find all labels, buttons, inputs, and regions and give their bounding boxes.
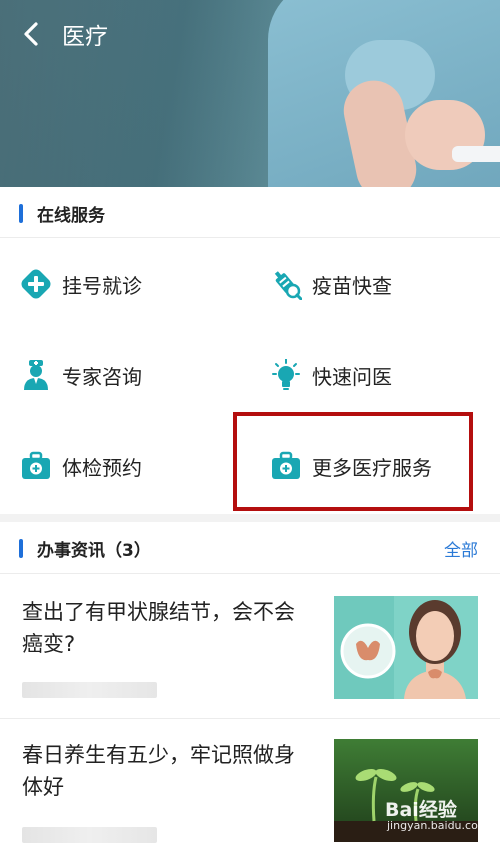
section-accent-bar — [19, 539, 23, 558]
watermark-url: jingyan.baidu.com — [387, 819, 489, 832]
news-meta-blurred — [22, 682, 157, 698]
news-meta-blurred — [22, 827, 157, 843]
news-title: 办事资讯（3） — [37, 541, 151, 561]
chevron-left-icon — [24, 22, 38, 46]
section-accent-bar — [19, 204, 23, 223]
banner-phone — [452, 146, 500, 162]
view-all-link[interactable]: 全部 — [444, 536, 478, 561]
online-services-title: 在线服务 — [37, 206, 105, 226]
doctor-icon — [24, 360, 48, 390]
news-headline: 春日养生有五少，牢记照做身体好 — [22, 743, 295, 799]
service-registration[interactable]: 挂号就诊 — [20, 264, 220, 308]
highlight-box — [233, 412, 473, 511]
thyroid-illustration — [334, 596, 478, 699]
service-checkup-booking[interactable]: 体检预约 — [20, 446, 220, 490]
page-title: 医疗 — [62, 24, 108, 50]
service-label: 专家咨询 — [62, 365, 142, 389]
news-headline: 查出了有甲状腺结节，会不会癌变? — [22, 600, 295, 656]
news-item[interactable]: 查出了有甲状腺结节，会不会癌变? — [0, 578, 500, 718]
vaccine-icon — [274, 271, 302, 300]
medical-kit-icon — [22, 451, 50, 479]
back-button[interactable] — [18, 20, 46, 48]
news-item[interactable]: 春日养生有五少，牢记照做身体好 — [0, 721, 500, 861]
divider — [0, 573, 500, 574]
plus-circle-icon — [21, 269, 51, 299]
service-label: 体检预约 — [62, 456, 142, 480]
baidu-jingyan-watermark: Bai经验 jingyan.baidu.com — [385, 795, 495, 837]
service-vaccine-lookup[interactable]: 疫苗快查 — [270, 264, 470, 308]
service-label: 快速问医 — [312, 365, 392, 389]
service-expert-consult[interactable]: 专家咨询 — [20, 355, 220, 399]
online-services-header: 在线服务 — [0, 188, 500, 238]
service-label: 挂号就诊 — [62, 274, 142, 298]
service-quick-ask[interactable]: 快速问医 — [270, 355, 470, 399]
watermark-brand: Bai经验 — [385, 799, 457, 821]
divider — [0, 237, 500, 238]
lightbulb-icon — [272, 359, 300, 390]
news-header: 办事资讯（3） 全部 — [0, 523, 500, 573]
divider — [0, 718, 500, 719]
section-gap — [0, 514, 500, 522]
service-label: 疫苗快查 — [312, 274, 392, 298]
news-thumbnail — [334, 596, 478, 699]
